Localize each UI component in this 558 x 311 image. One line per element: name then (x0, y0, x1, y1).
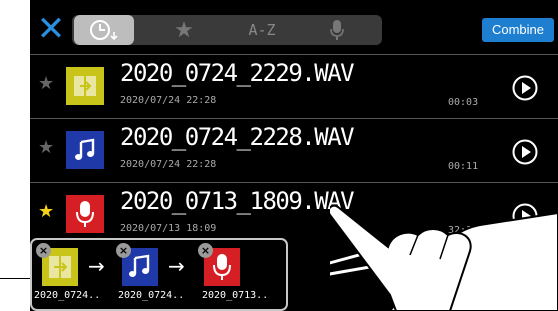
hand-gesture-icon (330, 204, 558, 311)
clock-sort-icon (90, 20, 118, 41)
tray-item-label: 2020_0724.. (34, 290, 101, 301)
tab-az-label: A-Z (248, 21, 276, 39)
arrow-icon: → (168, 254, 185, 278)
tab-alphabetical[interactable]: A-Z (232, 15, 292, 45)
remove-icon[interactable]: × (36, 243, 51, 258)
favorite-star-icon[interactable]: ★ (38, 73, 54, 94)
tray-item-label: 2020_0724.. (118, 290, 185, 301)
close-icon[interactable]: ✕ (34, 12, 68, 46)
sort-tab-bar: ★ A-Z (72, 15, 382, 45)
file-row[interactable]: ★ 2020_0724_2229.WAV 2020/07/24 22:28 00… (30, 54, 558, 119)
combine-tray: × → × → × 2020_0724.. 2020_0724.. 2020_0… (30, 238, 288, 311)
tray-item[interactable]: × (36, 243, 78, 286)
callout-line (0, 278, 30, 279)
remove-icon[interactable]: × (198, 243, 213, 258)
favorite-star-icon[interactable]: ★ (38, 137, 54, 158)
file-row[interactable]: ★ 2020_0724_2228.WAV 2020/07/24 22:28 00… (30, 118, 558, 183)
import-icon (66, 67, 104, 105)
play-icon[interactable] (512, 139, 538, 165)
file-date: 2020/07/13 18:09 (120, 223, 217, 234)
file-duration: 00:03 (448, 97, 479, 108)
tray-item[interactable]: × (116, 243, 158, 286)
remove-icon[interactable]: × (116, 243, 131, 258)
favorite-star-icon[interactable]: ★ (38, 201, 54, 222)
file-date: 2020/07/24 22:28 (120, 159, 217, 170)
play-icon[interactable] (512, 75, 538, 101)
tray-item[interactable]: × (198, 243, 240, 286)
file-name: 2020_0713_1809.WAV (120, 187, 355, 215)
arrow-icon: → (88, 254, 105, 278)
tab-recent[interactable] (74, 15, 134, 45)
file-name: 2020_0724_2228.WAV (120, 123, 355, 151)
mic-icon (330, 20, 344, 40)
combine-button[interactable]: Combine (482, 18, 554, 42)
music-note-icon (66, 131, 104, 169)
tab-recording[interactable] (317, 15, 357, 45)
file-date: 2020/07/24 22:28 (120, 95, 217, 106)
tab-favorites[interactable]: ★ (164, 15, 204, 45)
star-icon: ★ (174, 17, 194, 43)
mic-icon (66, 195, 104, 233)
file-duration: 00:11 (448, 161, 479, 172)
file-list-screen: ✕ ★ A-Z Combine ★ 2020_0724_2229.WAV 202… (30, 0, 558, 311)
file-name: 2020_0724_2229.WAV (120, 59, 355, 87)
tray-item-label: 2020_0713.. (202, 290, 269, 301)
